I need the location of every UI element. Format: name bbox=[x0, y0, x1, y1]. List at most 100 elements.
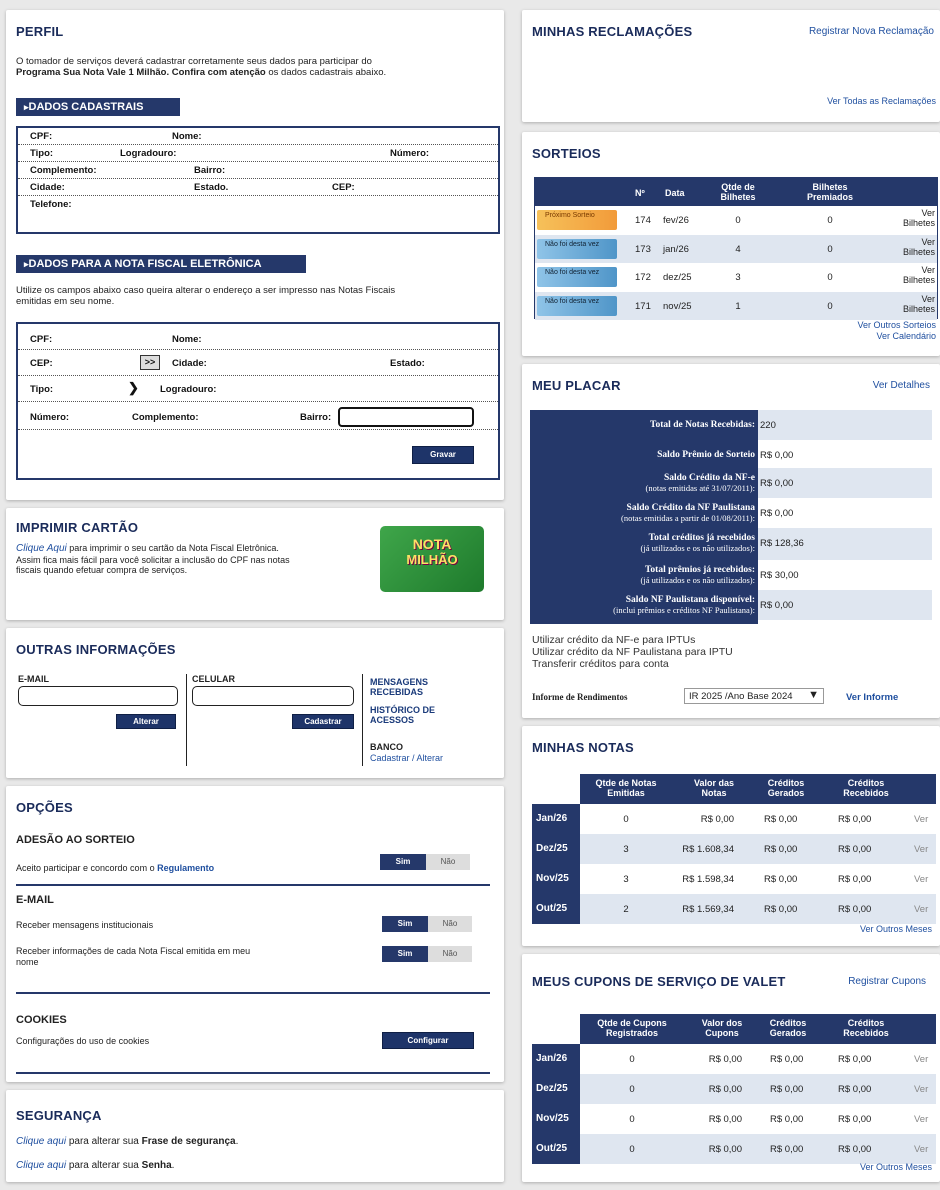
senha-link[interactable]: Clique aqui bbox=[16, 1160, 66, 1171]
row-cpf-nome: CPF: Nome: bbox=[18, 128, 498, 145]
nf-header: DADOS PARA A NOTA FISCAL ELETRÔNICA bbox=[16, 255, 306, 273]
sorteio-data: dez/25 bbox=[663, 272, 692, 283]
gravar-button[interactable]: Gravar bbox=[412, 446, 474, 464]
seguranca-card: SEGURANÇA Clique aqui para alterar sua F… bbox=[6, 1090, 504, 1182]
historico-line1: HISTÓRICO DE bbox=[370, 705, 436, 715]
historico-acessos-link[interactable]: HISTÓRICO DE ACESSOS bbox=[370, 705, 436, 725]
ver-bilhetes-link[interactable]: Ver Bilhetes bbox=[895, 265, 935, 285]
banco-cadastrar-link[interactable]: Cadastrar / Alterar bbox=[370, 753, 443, 763]
cadastrar-button[interactable]: Cadastrar bbox=[292, 714, 354, 729]
month-valor: R$ 0,00 bbox=[708, 1054, 742, 1065]
ver-todas-reclamacoes-link[interactable]: Ver Todas as Reclamações bbox=[827, 96, 936, 106]
sorteio-premiados: 0 bbox=[827, 272, 833, 283]
email-opt2-nao[interactable]: Não bbox=[428, 946, 472, 962]
email-opt1-nao[interactable]: Não bbox=[428, 916, 472, 932]
sorteio-premiados: 0 bbox=[827, 243, 833, 255]
email-opt1-sim[interactable]: Sim bbox=[382, 916, 428, 932]
bairro-input[interactable] bbox=[338, 407, 474, 427]
placar-link3[interactable]: Transferir créditos para conta bbox=[532, 658, 669, 670]
outras-informacoes-card: OUTRAS INFORMAÇÕES E-MAIL Alterar CELULA… bbox=[6, 628, 504, 778]
adesao-sim[interactable]: Sim bbox=[380, 854, 426, 870]
ver-bilhetes-link[interactable]: Ver Bilhetes bbox=[895, 237, 935, 257]
placar-title: MEU PLACAR bbox=[532, 378, 621, 393]
perfil-intro-rest: os dados cadastrais abaixo. bbox=[265, 67, 387, 78]
month-valor: R$ 1.569,34 bbox=[682, 904, 734, 915]
placar-link2[interactable]: Utilizar crédito da NF Paulistana para I… bbox=[532, 646, 733, 658]
placar-row-bg bbox=[758, 410, 932, 440]
cupons-ver-outros-link[interactable]: Ver Outros Meses bbox=[860, 1162, 932, 1172]
placar-link1[interactable]: Utilizar crédito da NF-e para IPTUs bbox=[532, 634, 695, 646]
email-opt1-text: Receber mensagens institucionais bbox=[16, 920, 154, 930]
adesao-text: Aceito participar e concordo com o Regul… bbox=[16, 863, 214, 873]
ver-bilhetes-link[interactable]: Ver Bilhetes bbox=[895, 208, 935, 228]
month-ver-link[interactable]: Ver bbox=[914, 844, 928, 855]
perfil-card: PERFIL O tomador de serviços deverá cada… bbox=[6, 10, 504, 500]
month-ver-link[interactable]: Ver bbox=[914, 904, 928, 915]
cep-search-button[interactable]: >> bbox=[140, 355, 160, 370]
opcoes-divider-1 bbox=[16, 884, 490, 886]
opcoes-card: OPÇÕES ADESÃO AO SORTEIO Aceito particip… bbox=[6, 786, 504, 1082]
sorteio-num: 173 bbox=[635, 243, 651, 255]
month-ver-link[interactable]: Ver bbox=[914, 1114, 928, 1125]
regulamento-link[interactable]: Regulamento bbox=[157, 863, 214, 873]
ver-bilhetes-link[interactable]: Ver Bilhetes bbox=[895, 294, 935, 314]
email-opt2-sim[interactable]: Sim bbox=[382, 946, 428, 962]
placar-label-sub: (já utilizados e os não utilizados): bbox=[640, 543, 755, 553]
sorteio-row: Não foi desta vez 171 nov/25 1 0 Ver Bilhetes bbox=[535, 291, 937, 320]
row-complemento: Complemento: Bairro: bbox=[18, 162, 498, 179]
opcoes-title: OPÇÕES bbox=[16, 800, 73, 815]
ver-detalhes-link[interactable]: Ver Detalhes bbox=[873, 380, 930, 391]
configurar-button[interactable]: Configurar bbox=[382, 1032, 474, 1049]
month-recebidos: R$ 0,00 bbox=[838, 1054, 872, 1065]
notas-col-qtde: Qtde de Notas Emitidas bbox=[595, 778, 657, 798]
nf-label-cidade: Cidade: bbox=[172, 358, 207, 369]
placar-label-main: Total créditos já recebidos bbox=[648, 533, 755, 543]
nf-intro-line2: emitidas em seu nome. bbox=[16, 296, 115, 307]
tipo-dropdown-chevron-icon[interactable]: ❯ bbox=[128, 380, 139, 396]
adesao-toggle[interactable]: Sim Não bbox=[380, 854, 470, 870]
registrar-reclamacao-link[interactable]: Registrar Nova Reclamação bbox=[809, 26, 934, 37]
imprimir-link[interactable]: Clique Aqui bbox=[16, 543, 67, 554]
alterar-button[interactable]: Alterar bbox=[116, 714, 176, 729]
nota-milhao-card-image[interactable]: NOTA MILHÃO bbox=[380, 526, 484, 592]
adesao-nao[interactable]: Não bbox=[426, 854, 470, 870]
ver-calendario-link[interactable]: Ver Calendário bbox=[876, 331, 936, 341]
informe-select-value: IR 2025 /Ano Base 2024 bbox=[689, 691, 793, 702]
label-estado: Estado. bbox=[194, 182, 229, 193]
label-complemento: Complemento: bbox=[30, 165, 97, 176]
email-opt1-toggle[interactable]: Sim Não bbox=[382, 916, 472, 932]
email-input[interactable] bbox=[18, 686, 178, 706]
placar-label: Total créditos já recebidos (já utilizado… bbox=[530, 533, 755, 554]
ver-informe-link[interactable]: Ver Informe bbox=[846, 692, 898, 703]
placar-label-main: Saldo Prêmio de Sorteio bbox=[657, 450, 755, 460]
registrar-cupons-link[interactable]: Registrar Cupons bbox=[848, 976, 926, 987]
month-ver-link[interactable]: Ver bbox=[914, 874, 928, 885]
celular-input[interactable] bbox=[192, 686, 354, 706]
placar-label-main: Saldo NF Paulistana disponível: bbox=[625, 595, 755, 605]
month-ver-link[interactable]: Ver bbox=[914, 1054, 928, 1065]
adesao-text-span: Aceito participar e concordo com o bbox=[16, 863, 158, 873]
sorteios-col-premiados: Bilhetes Premiados bbox=[806, 182, 854, 202]
sorteio-qtde: 4 bbox=[735, 243, 741, 255]
month-ver-link[interactable]: Ver bbox=[914, 1144, 928, 1155]
placar-label-sub: (notas emitidas até 31/07/2011): bbox=[645, 483, 755, 493]
month-ver-link[interactable]: Ver bbox=[914, 1084, 928, 1095]
frase-seguranca-link[interactable]: Clique aqui bbox=[16, 1136, 66, 1147]
month-label: Jan/26 bbox=[532, 804, 580, 834]
seguranca-line2: Clique aqui para alterar sua Senha. bbox=[16, 1160, 175, 1171]
email-opt2-toggle[interactable]: Sim Não bbox=[382, 946, 472, 962]
sorteio-row: Não foi desta vez 172 dez/25 3 0 Ver Bilhetes bbox=[535, 263, 937, 291]
nao-foi-desta-vez-badge: Não foi desta vez bbox=[537, 267, 617, 287]
mensagens-recebidas-link[interactable]: MENSAGENS RECEBIDAS bbox=[370, 677, 428, 697]
placar-label: Saldo Crédito da NF-e (notas emitidas até… bbox=[530, 473, 755, 494]
month-ver-link[interactable]: Ver bbox=[914, 814, 928, 825]
month-gerados: R$ 0,00 bbox=[770, 1054, 804, 1065]
informe-select[interactable]: IR 2025 /Ano Base 2024 ▼ bbox=[684, 688, 824, 704]
sorteio-qtde: 0 bbox=[735, 215, 741, 226]
divider-1 bbox=[186, 674, 187, 766]
notas-ver-outros-link[interactable]: Ver Outros Meses bbox=[860, 924, 932, 934]
month-valor: R$ 0,00 bbox=[708, 1084, 742, 1095]
sorteio-qtde: 1 bbox=[735, 300, 741, 312]
ver-outros-sorteios-link[interactable]: Ver Outros Sorteios bbox=[857, 320, 936, 330]
imprimir-text-1: para imprimir o seu cartão da Nota Fisca… bbox=[66, 543, 279, 553]
